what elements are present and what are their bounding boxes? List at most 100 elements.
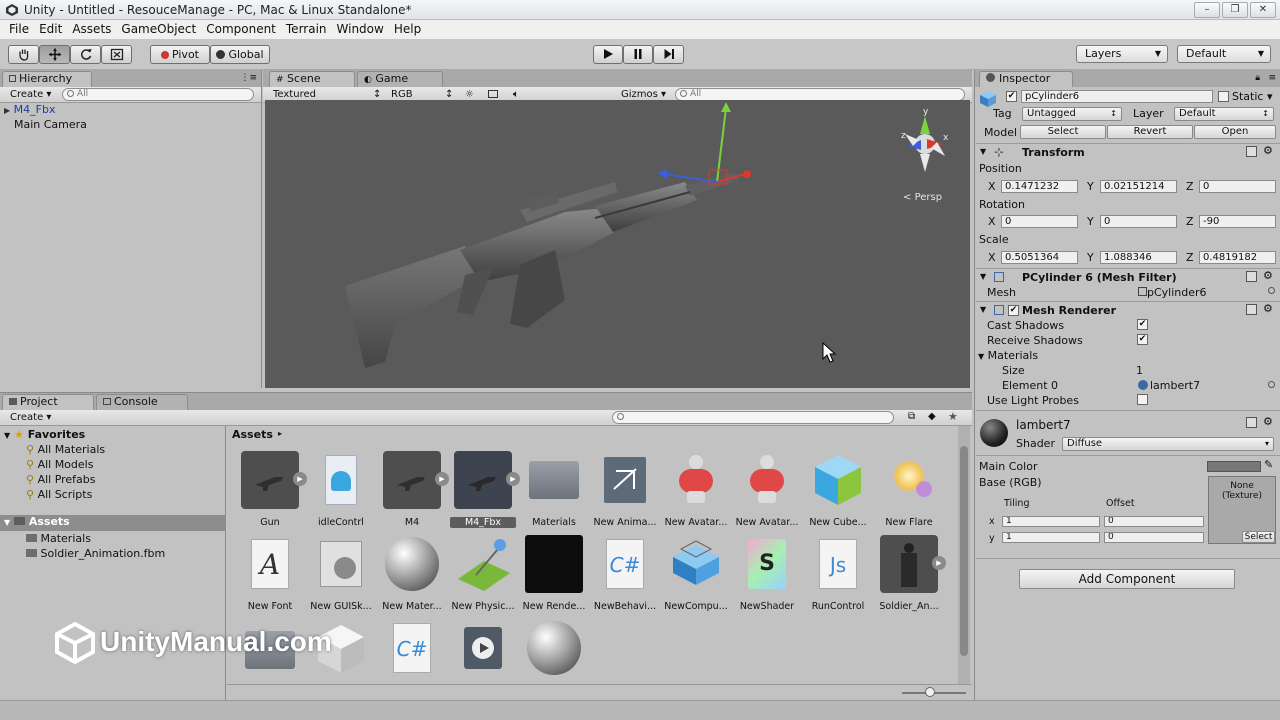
asset-new-cubemap[interactable]: New Cube... [805, 451, 871, 528]
gameobject-name-field[interactable]: pCylinder6 [1021, 90, 1213, 103]
hand-tool-button[interactable] [8, 45, 39, 64]
favorite-all-models[interactable]: ⚲ All Models [26, 458, 93, 471]
mesh-renderer-enabled-checkbox[interactable]: ✔ [1008, 305, 1019, 316]
pivot-toggle[interactable]: Pivot [150, 45, 210, 64]
hierarchy-search-input[interactable]: All [62, 88, 254, 101]
materials-foldout[interactable]: ▼ Materials [978, 349, 1038, 362]
texture-slot[interactable]: None (Texture) Select [1208, 476, 1276, 544]
mesh-filter-header[interactable]: ▼ PCylinder 6 (Mesh Filter) ⚙ [976, 268, 1280, 285]
cast-shadows-checkbox[interactable]: ✔ [1137, 319, 1148, 330]
mesh-renderer-header[interactable]: ▼ ✔ Mesh Renderer ⚙ [976, 301, 1280, 318]
rotation-x-field[interactable]: 0 [1001, 215, 1078, 228]
lock-icon[interactable]: 🔒︎ [1255, 73, 1260, 83]
menu-terrain[interactable]: Terrain [281, 20, 332, 39]
asset-new-animation[interactable]: New Anima... [592, 451, 658, 528]
favorites-header[interactable]: ▼ ★ Favorites [4, 428, 85, 441]
model-open-button[interactable]: Open [1194, 125, 1276, 139]
asset-gun[interactable]: ▶ Gun [237, 451, 307, 528]
scale-tool-button[interactable] [101, 45, 132, 64]
asset-m4[interactable]: ▶ M4 [379, 451, 449, 528]
tab-hierarchy[interactable]: Hierarchy [2, 71, 92, 87]
view-orientation-gizmo[interactable]: y z x [901, 107, 949, 172]
tab-project[interactable]: Project [2, 394, 94, 410]
move-tool-button[interactable] [39, 45, 70, 64]
menu-file[interactable]: File [4, 20, 34, 39]
m4-rifle-model[interactable] [345, 172, 739, 368]
asset-new-avatar-1[interactable]: New Avatar... [663, 451, 729, 528]
filter-by-type-icon[interactable]: ⧉ [908, 411, 915, 422]
layers-dropdown[interactable]: Layers ▼ [1076, 45, 1168, 63]
gameobject-active-checkbox[interactable]: ✔ [1006, 91, 1017, 102]
use-light-probes-checkbox[interactable] [1137, 394, 1148, 405]
asset-grid-scrollbar[interactable] [958, 426, 970, 684]
slider-handle[interactable] [925, 687, 935, 697]
close-button[interactable]: ✕ [1250, 2, 1276, 18]
asset-row3-material[interactable] [521, 619, 587, 677]
position-z-field[interactable]: 0 [1199, 180, 1276, 193]
help-book-icon[interactable] [1246, 271, 1257, 282]
tab-game[interactable]: ◐ Game [357, 71, 443, 87]
model-select-button[interactable]: Select [1020, 125, 1106, 139]
asset-idlecontrl[interactable]: idleContrl [308, 451, 374, 528]
scrollbar-thumb[interactable] [960, 446, 968, 656]
asset-new-avatar-2[interactable]: New Avatar... [734, 451, 800, 528]
folder-materials[interactable]: Materials [26, 532, 91, 545]
rotation-y-field[interactable]: 0 [1100, 215, 1177, 228]
help-book-icon[interactable] [1246, 146, 1257, 157]
favorite-star-icon[interactable]: ★ [948, 410, 958, 423]
layer-dropdown[interactable]: Default ↕ [1174, 107, 1274, 121]
transform-header[interactable]: ▼ ⊹ Transform ⚙ [976, 143, 1280, 160]
element0-object-field[interactable]: lambert7 [1138, 379, 1200, 392]
assets-root-folder[interactable]: ▼ Assets [0, 515, 225, 531]
help-book-icon[interactable] [1246, 417, 1257, 428]
main-color-swatch[interactable] [1207, 461, 1261, 472]
asset-new-material[interactable]: New Mater... [379, 535, 445, 612]
object-picker-icon[interactable] [1268, 287, 1275, 294]
asset-new-flare[interactable]: New Flare [876, 451, 942, 528]
menu-gameobject[interactable]: GameObject [116, 20, 201, 39]
asset-new-physic-material[interactable]: New Physic... [450, 535, 516, 612]
receive-shadows-checkbox[interactable]: ✔ [1137, 334, 1148, 345]
asset-materials-folder[interactable]: Materials [521, 451, 587, 528]
asset-row3-script[interactable]: C# [379, 619, 445, 677]
menu-assets[interactable]: Assets [67, 20, 116, 39]
folder-soldier-animation[interactable]: Soldier_Animation.fbm [26, 547, 165, 560]
tiling-y-field[interactable]: 1 [1002, 532, 1100, 543]
scene-viewport[interactable]: y z x < Persp [265, 100, 970, 388]
offset-x-field[interactable]: 0 [1104, 516, 1204, 527]
object-picker-icon[interactable] [1268, 381, 1275, 388]
eyedropper-icon[interactable]: ✎ [1264, 458, 1273, 471]
rotation-z-field[interactable]: -90 [1199, 215, 1276, 228]
tab-scene[interactable]: # Scene [269, 71, 355, 87]
breadcrumb-assets[interactable]: Assets [232, 428, 273, 441]
expand-arrow-icon[interactable]: ▶ [4, 106, 10, 115]
asset-new-guiskin[interactable]: New GUISk... [308, 535, 374, 612]
hierarchy-item-m4-fbx[interactable]: ▶ M4_Fbx [4, 103, 55, 116]
gear-icon[interactable]: ⚙ [1263, 415, 1273, 428]
model-revert-button[interactable]: Revert [1107, 125, 1193, 139]
asset-new-font[interactable]: A New Font [237, 535, 303, 612]
layout-dropdown[interactable]: Default ▼ [1177, 45, 1271, 63]
maximize-button[interactable]: ❐ [1222, 2, 1248, 18]
materials-size-value[interactable]: 1 [1136, 364, 1143, 377]
add-component-button[interactable]: Add Component [1019, 569, 1235, 589]
expand-asset-icon[interactable]: ▶ [506, 472, 520, 486]
favorite-all-prefabs[interactable]: ⚲ All Prefabs [26, 473, 96, 486]
move-gizmo[interactable] [657, 102, 751, 185]
project-create-dropdown[interactable]: Create ▾ [10, 411, 51, 424]
help-book-icon[interactable] [1246, 304, 1257, 315]
rotate-tool-button[interactable] [70, 45, 101, 64]
menu-component[interactable]: Component [201, 20, 281, 39]
menu-help[interactable]: Help [389, 20, 426, 39]
project-search-input[interactable] [612, 411, 894, 424]
minimize-button[interactable]: – [1194, 2, 1220, 18]
global-toggle[interactable]: Global [210, 45, 270, 64]
gear-icon[interactable]: ⚙ [1263, 302, 1273, 315]
asset-new-compute-shader[interactable]: NewCompu... [663, 535, 729, 612]
expand-asset-icon[interactable]: ▶ [435, 472, 449, 486]
menu-edit[interactable]: Edit [34, 20, 67, 39]
static-checkbox[interactable] [1218, 91, 1229, 102]
shader-dropdown[interactable]: Diffuse ▾ [1062, 437, 1274, 451]
asset-new-behaviour-script[interactable]: C# NewBehavi... [592, 535, 658, 612]
asset-soldier-animation[interactable]: ▶ Soldier_An... [876, 535, 946, 612]
